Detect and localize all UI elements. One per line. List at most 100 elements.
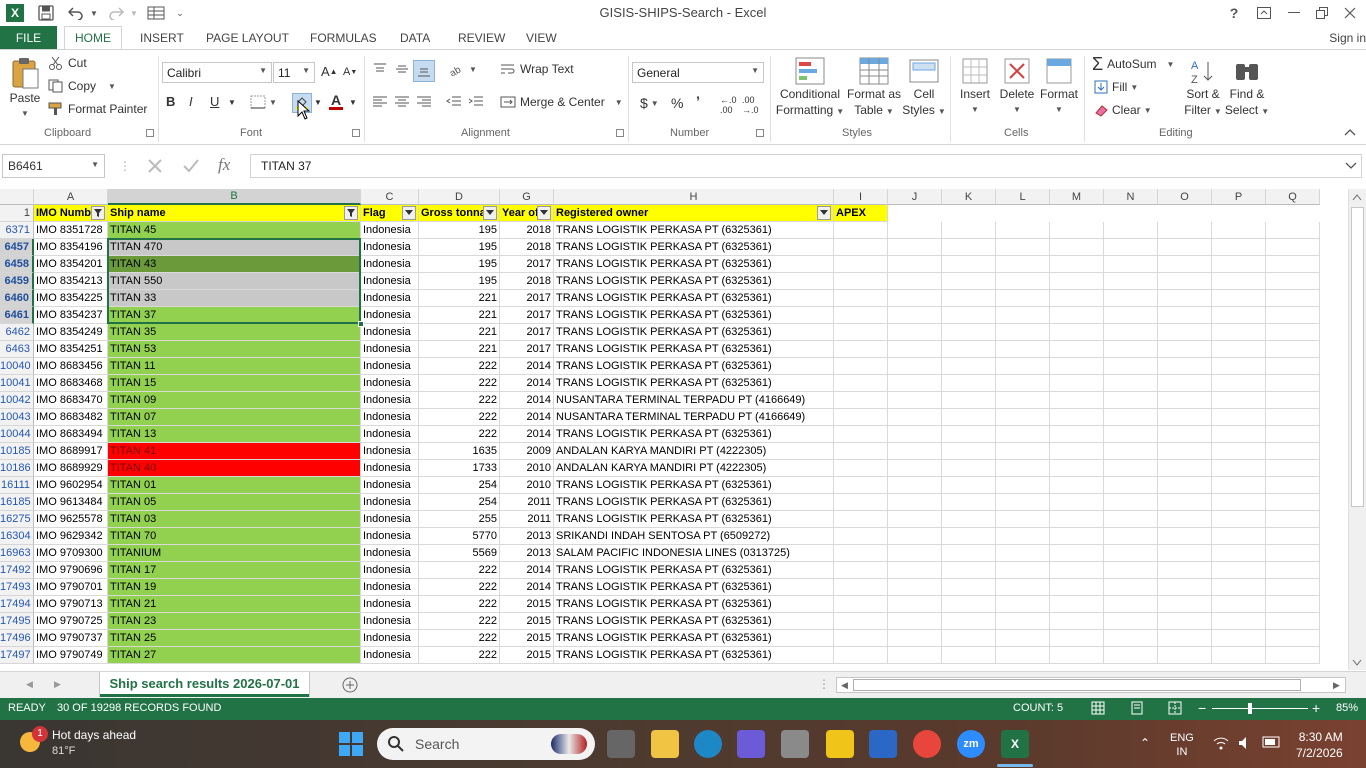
autosum-button[interactable]: Σ AutoSum ▼ — [1092, 55, 1174, 73]
cell-empty[interactable] — [1266, 443, 1320, 460]
number-format-select[interactable]: General ▼ — [632, 62, 764, 83]
cell-empty[interactable] — [942, 273, 996, 290]
cell-year[interactable]: 2014 — [500, 375, 554, 392]
cell-owner[interactable]: TRANS LOGISTIK PERKASA PT (6325361) — [554, 630, 834, 647]
cell-year[interactable]: 2010 — [500, 460, 554, 477]
format-painter-button[interactable]: Format Painter — [48, 102, 147, 116]
cell-empty[interactable] — [888, 290, 942, 307]
cell-empty[interactable] — [1212, 443, 1266, 460]
cell-ship[interactable]: TITAN 09 — [108, 392, 361, 409]
zoom-slider-thumb[interactable] — [1248, 703, 1252, 714]
cell-empty[interactable] — [834, 545, 888, 562]
grow-font-button[interactable]: A ▲ — [321, 64, 338, 79]
cell-gross[interactable]: 254 — [419, 494, 500, 511]
sticky-notes-icon[interactable] — [826, 730, 854, 758]
scroll-up-icon[interactable] — [1352, 193, 1362, 201]
cell-imo[interactable]: IMO 8683494 — [34, 426, 108, 443]
network-app-icon[interactable] — [869, 730, 897, 758]
row-header[interactable]: 6460 — [0, 290, 34, 307]
cell-empty[interactable] — [1050, 613, 1104, 630]
cell-empty[interactable] — [888, 426, 942, 443]
cell-empty[interactable] — [996, 307, 1050, 324]
cell-empty[interactable] — [1266, 290, 1320, 307]
cell-empty[interactable] — [1158, 409, 1212, 426]
underline-button[interactable]: U — [210, 94, 219, 109]
cell-flag[interactable]: Indonesia — [361, 256, 419, 273]
header-cell-apex[interactable]: APEX — [834, 205, 888, 222]
cell-gross[interactable]: 255 — [419, 511, 500, 528]
cell-empty[interactable] — [888, 494, 942, 511]
cell-empty[interactable] — [942, 426, 996, 443]
header-cell-flag[interactable]: Flag — [361, 205, 419, 222]
cell-year[interactable]: 2014 — [500, 562, 554, 579]
battery-icon[interactable] — [1262, 736, 1282, 748]
cell-empty[interactable] — [888, 528, 942, 545]
cell-empty[interactable] — [1212, 290, 1266, 307]
font-color-dropdown-icon[interactable]: ▼ — [349, 98, 357, 107]
cell-empty[interactable] — [996, 511, 1050, 528]
page-layout-view-icon[interactable] — [1130, 701, 1144, 715]
cell-empty[interactable] — [1212, 375, 1266, 392]
cell-empty[interactable] — [888, 477, 942, 494]
cell-ship[interactable]: TITAN 45 — [108, 222, 361, 239]
cell-flag[interactable]: Indonesia — [361, 409, 419, 426]
cell-owner[interactable]: TRANS LOGISTIK PERKASA PT (6325361) — [554, 290, 834, 307]
cell-empty[interactable] — [1266, 392, 1320, 409]
cell-flag[interactable]: Indonesia — [361, 307, 419, 324]
cell-empty[interactable] — [1104, 579, 1158, 596]
cell-empty[interactable] — [1158, 613, 1212, 630]
cell-empty[interactable] — [942, 341, 996, 358]
page-break-view-icon[interactable] — [1168, 701, 1182, 715]
cell-flag[interactable]: Indonesia — [361, 613, 419, 630]
cell-empty[interactable] — [1266, 307, 1320, 324]
cell-empty[interactable] — [996, 630, 1050, 647]
cell-empty[interactable] — [1050, 256, 1104, 273]
cell-empty[interactable] — [996, 494, 1050, 511]
cell-empty[interactable] — [1050, 324, 1104, 341]
cell-empty[interactable] — [834, 579, 888, 596]
cell-empty[interactable] — [942, 256, 996, 273]
tab-view[interactable]: VIEW — [526, 26, 557, 50]
cell-gross[interactable]: 195 — [419, 256, 500, 273]
tab-data[interactable]: DATA — [400, 26, 430, 50]
scroll-left-icon[interactable]: ◀ — [841, 680, 848, 691]
cell-owner[interactable]: ANDALAN KARYA MANDIRI PT (4222305) — [554, 443, 834, 460]
cell-ship[interactable]: TITAN 11 — [108, 358, 361, 375]
cell-flag[interactable]: Indonesia — [361, 324, 419, 341]
cell-empty[interactable] — [1266, 494, 1320, 511]
cell-empty[interactable] — [1050, 443, 1104, 460]
italic-button[interactable]: I — [189, 94, 193, 109]
paste-button[interactable]: Paste ▼ — [6, 56, 44, 122]
cell-ship[interactable]: TITAN 01 — [108, 477, 361, 494]
cell-empty[interactable] — [1158, 579, 1212, 596]
cell-empty[interactable] — [1050, 562, 1104, 579]
name-box[interactable]: B6461 ▼ — [2, 154, 105, 178]
cell-empty[interactable] — [1050, 545, 1104, 562]
cell-year[interactable]: 2017 — [500, 324, 554, 341]
zoom-in-icon[interactable]: + — [1312, 700, 1320, 716]
cell-owner[interactable]: TRANS LOGISTIK PERKASA PT (6325361) — [554, 222, 834, 239]
column-header-i[interactable]: I — [834, 189, 888, 205]
row-header[interactable]: 16304 — [0, 528, 34, 545]
cell-ship[interactable]: TITAN 470 — [108, 239, 361, 256]
percent-button[interactable]: % — [671, 95, 683, 111]
cell-empty[interactable] — [1050, 341, 1104, 358]
cell-empty[interactable] — [1212, 528, 1266, 545]
cell-empty[interactable] — [834, 392, 888, 409]
cell-gross[interactable]: 222 — [419, 358, 500, 375]
cell-empty[interactable] — [1212, 426, 1266, 443]
row-header[interactable]: 10186 — [0, 460, 34, 477]
cell-empty[interactable] — [1212, 545, 1266, 562]
cell-empty[interactable] — [942, 290, 996, 307]
row-header[interactable]: 16275 — [0, 511, 34, 528]
cell-flag[interactable]: Indonesia — [361, 596, 419, 613]
cell-imo[interactable]: IMO 9790737 — [34, 630, 108, 647]
cell-empty[interactable] — [1266, 596, 1320, 613]
cell-empty[interactable] — [1158, 596, 1212, 613]
cell-year[interactable]: 2015 — [500, 630, 554, 647]
cell-year[interactable]: 2017 — [500, 307, 554, 324]
cell-owner[interactable]: SALAM PACIFIC INDONESIA LINES (0313725) — [554, 545, 834, 562]
cell-owner[interactable]: NUSANTARA TERMINAL TERPADU PT (4166649) — [554, 409, 834, 426]
cell-empty[interactable] — [834, 511, 888, 528]
cell-owner[interactable]: ANDALAN KARYA MANDIRI PT (4222305) — [554, 460, 834, 477]
